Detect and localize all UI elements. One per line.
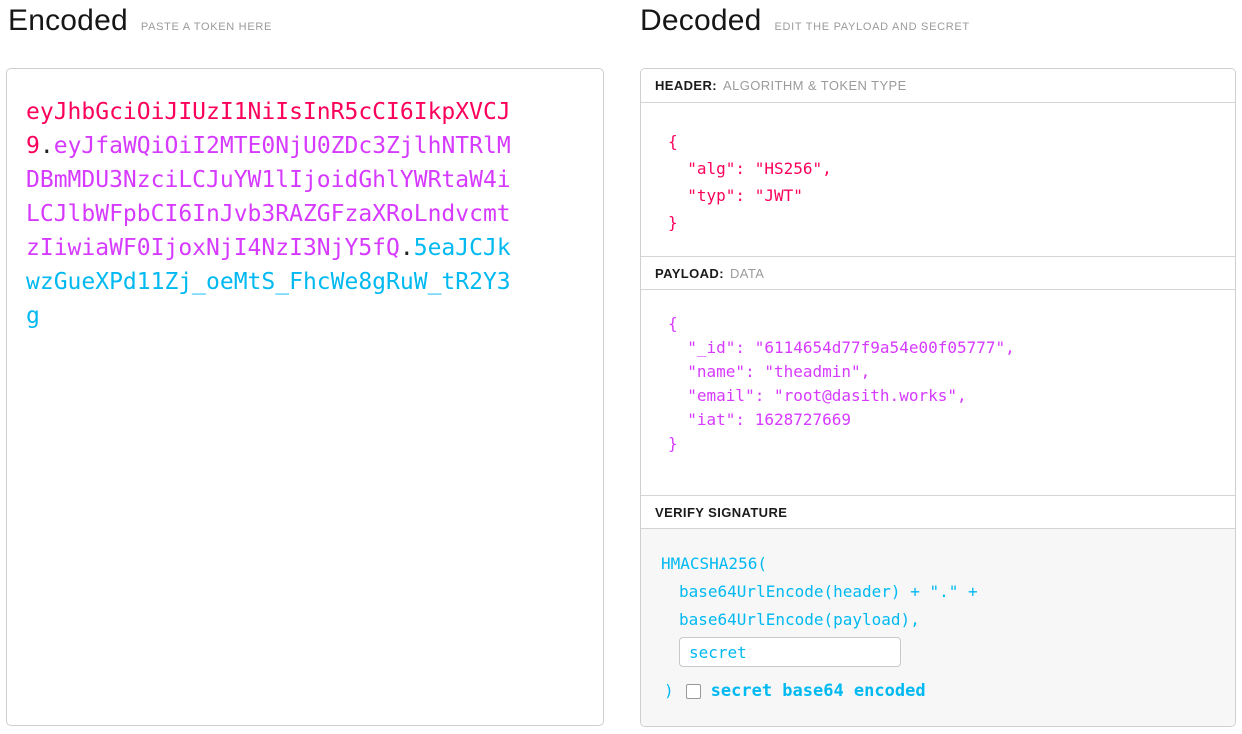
encoded-title: Encoded xyxy=(8,4,128,38)
payload-section-bar: PAYLOAD: DATA xyxy=(641,256,1235,290)
hmac-code-line-3: base64UrlEncode(payload), xyxy=(679,606,1215,634)
verify-close-row: ) secret base64 encoded xyxy=(661,677,1215,705)
token-dot-1: . xyxy=(40,133,54,159)
payload-section-sublabel: DATA xyxy=(730,266,764,281)
payload-section-label: PAYLOAD: xyxy=(655,266,724,281)
secret-input[interactable] xyxy=(679,637,901,667)
header-json-editor[interactable]: { "alg": "HS256", "typ": "JWT" } xyxy=(641,103,1235,256)
header-section-label: HEADER: xyxy=(655,78,717,93)
token-dot-2: . xyxy=(400,235,414,261)
header-section-sublabel: ALGORITHM & TOKEN TYPE xyxy=(723,78,907,93)
encoded-title-row: Encoded PASTE A TOKEN HERE xyxy=(8,4,272,38)
hmac-code-line-2: base64UrlEncode(header) + "." + xyxy=(679,578,1215,606)
decoded-subtitle: EDIT THE PAYLOAD AND SECRET xyxy=(775,21,970,33)
jwt-token-editor[interactable]: eyJhbGciOiJIUzI1NiIsInR5cCI6IkpXVCJ9.eyJ… xyxy=(26,95,520,333)
header-section-bar: HEADER: ALGORITHM & TOKEN TYPE xyxy=(641,69,1235,103)
verify-signature-content: HMACSHA256( base64UrlEncode(header) + ".… xyxy=(641,529,1235,726)
verify-signature-bar: VERIFY SIGNATURE xyxy=(641,495,1235,529)
encoded-subtitle: PASTE A TOKEN HERE xyxy=(141,21,272,33)
decoded-panel: HEADER: ALGORITHM & TOKEN TYPE { "alg": … xyxy=(640,68,1236,727)
verify-signature-label: VERIFY SIGNATURE xyxy=(655,505,787,520)
decoded-title: Decoded xyxy=(640,4,762,38)
encoded-token-panel[interactable]: eyJhbGciOiJIUzI1NiIsInR5cCI6IkpXVCJ9.eyJ… xyxy=(6,68,604,726)
secret-base64-checkbox[interactable] xyxy=(686,684,701,699)
decoded-title-row: Decoded EDIT THE PAYLOAD AND SECRET xyxy=(640,4,970,38)
hmac-close-paren: ) xyxy=(664,677,674,705)
secret-base64-label[interactable]: secret base64 encoded xyxy=(711,681,926,701)
hmac-code-line-1: HMACSHA256( xyxy=(661,550,1215,578)
payload-json-editor[interactable]: { "_id": "6114654d77f9a54e00f05777", "na… xyxy=(641,290,1235,495)
